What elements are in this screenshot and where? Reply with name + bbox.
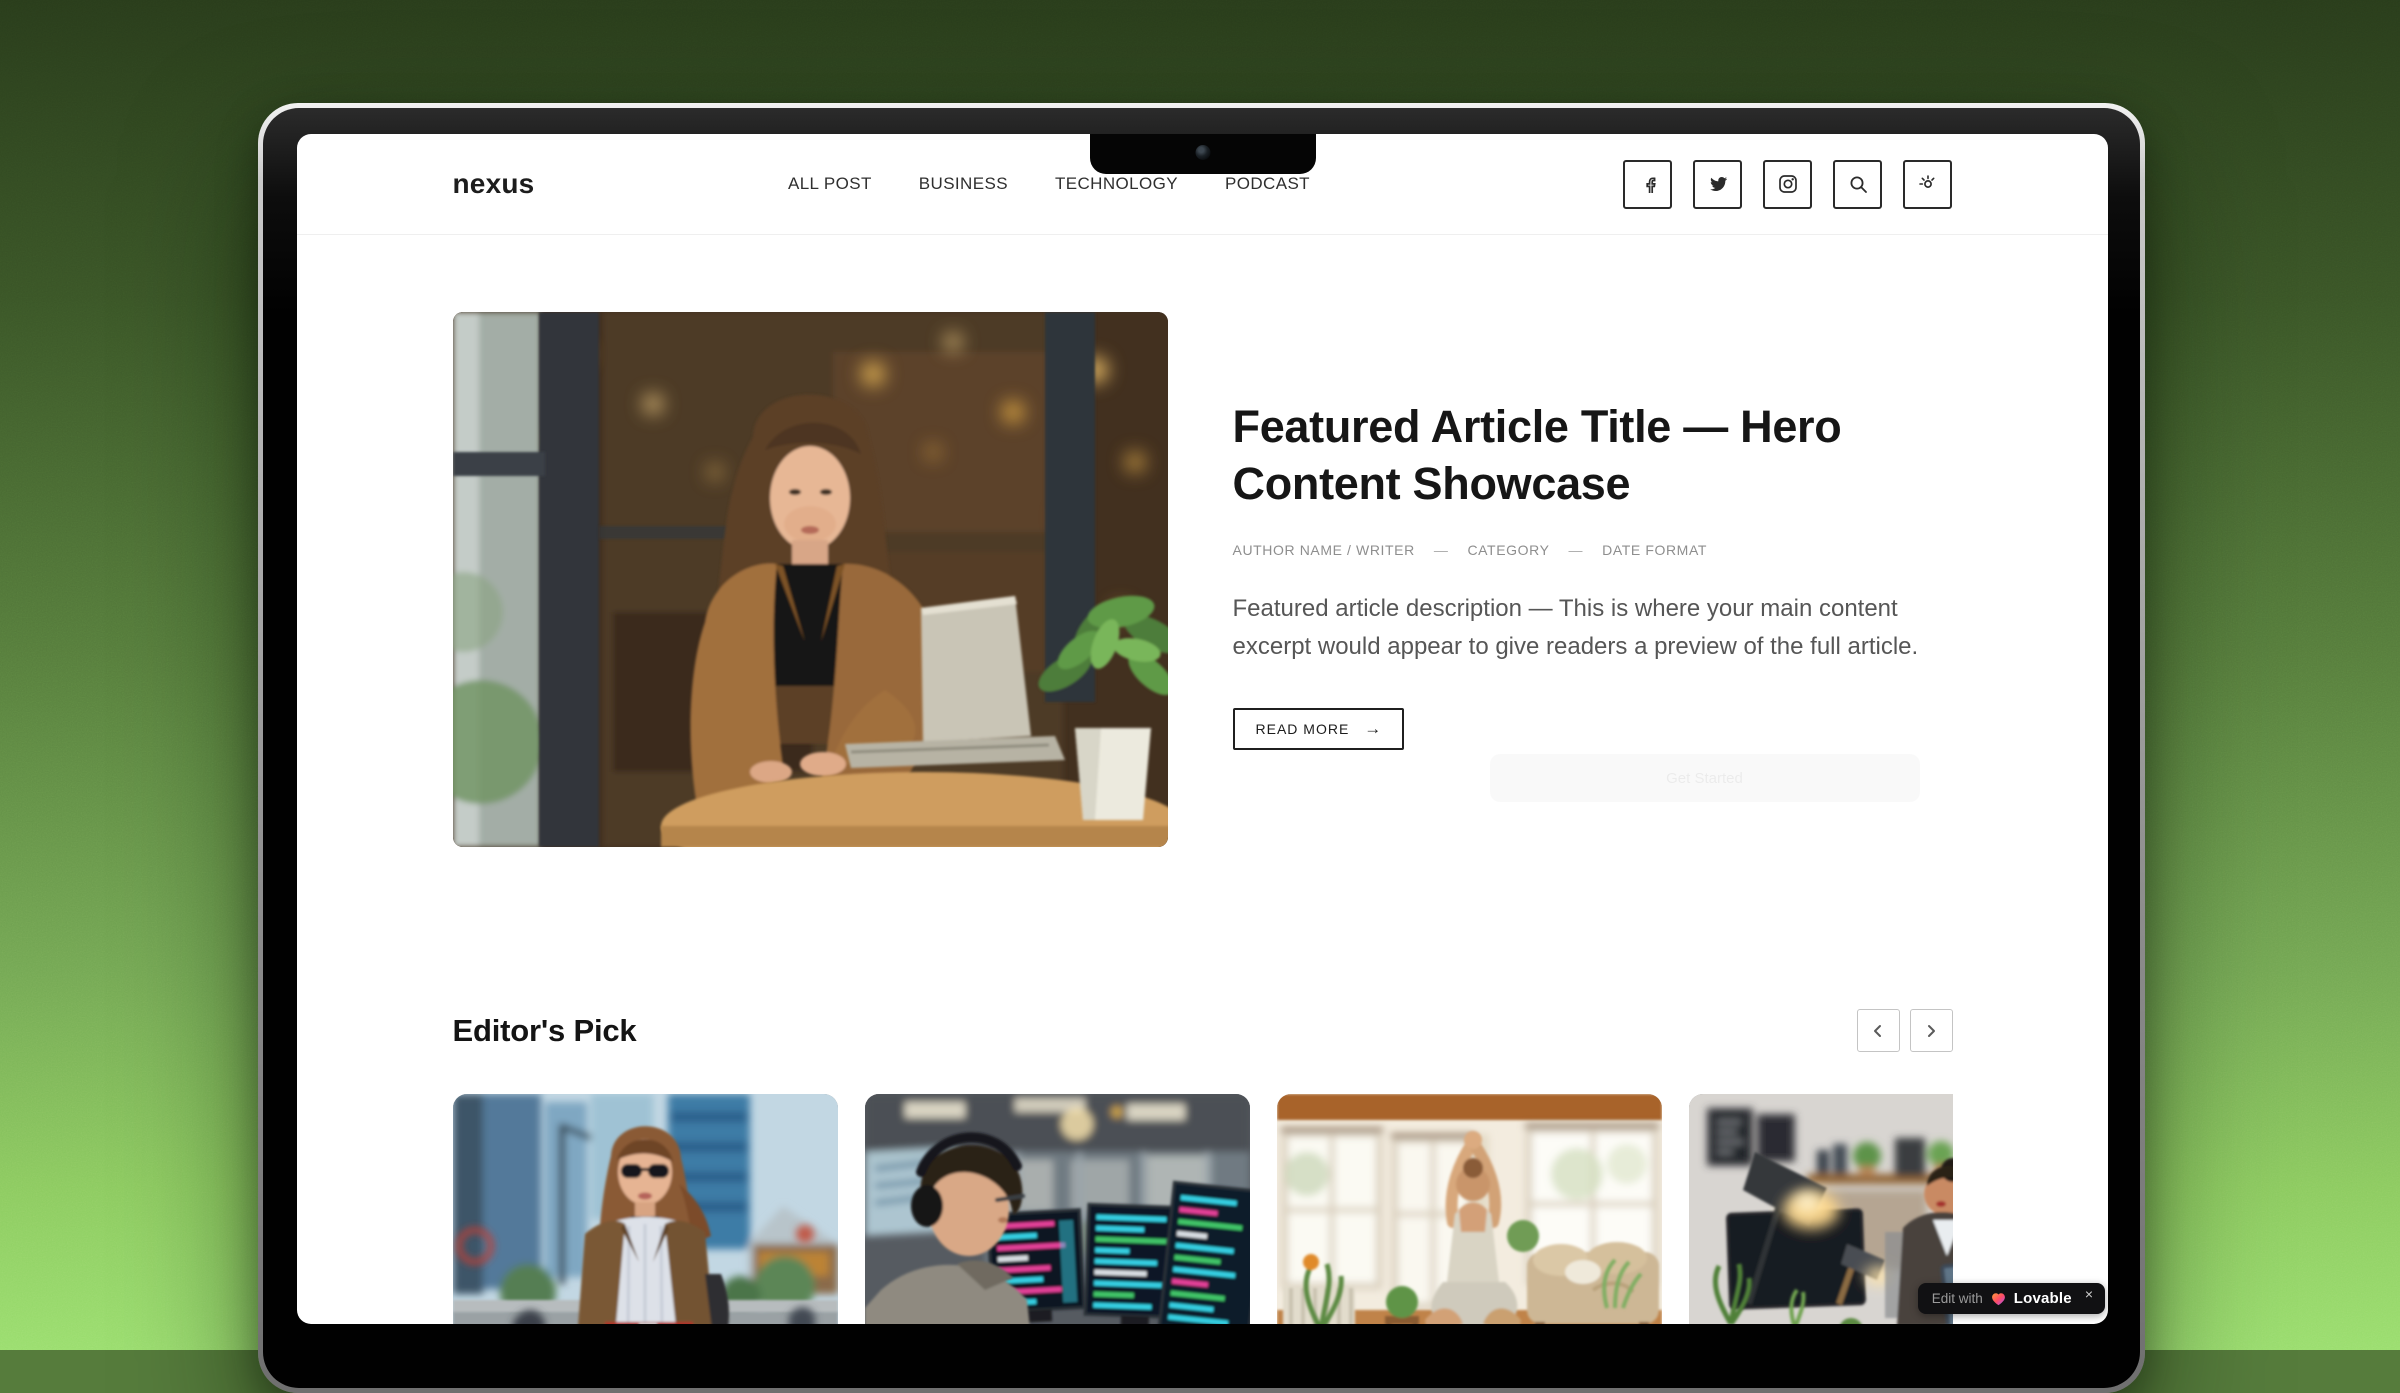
- chevron-left-icon: [1864, 1017, 1892, 1045]
- editors-pick-heading: Editor's Pick: [453, 1013, 637, 1049]
- webcam-dot: [1195, 145, 1210, 160]
- meta-separator: —: [1434, 542, 1449, 558]
- badge-prefix: Edit with: [1932, 1291, 1983, 1306]
- featured-article-image[interactable]: [453, 312, 1168, 847]
- meta-date: DATE FORMAT: [1602, 542, 1707, 558]
- featured-article-section: Featured Article Title — Hero Content Sh…: [453, 312, 1953, 847]
- twitter-button[interactable]: [1693, 160, 1742, 209]
- nav-all-post[interactable]: ALL POST: [788, 174, 872, 194]
- meta-category: CATEGORY: [1467, 542, 1549, 558]
- carousel-next-button[interactable]: [1910, 1009, 1953, 1052]
- theme-toggle-button[interactable]: [1903, 160, 1952, 209]
- editor-pick-card-street-fashion[interactable]: [453, 1094, 838, 1324]
- laptop-bezel: nexus ALL POST BUSINESS TECHNOLOGY PODCA…: [263, 108, 2140, 1388]
- laptop-frame: nexus ALL POST BUSINESS TECHNOLOGY PODCA…: [258, 103, 2145, 1393]
- laptop-screen: nexus ALL POST BUSINESS TECHNOLOGY PODCA…: [297, 134, 2108, 1324]
- editors-pick-section: Editor's Pick: [453, 1009, 1953, 1324]
- instagram-icon: [1776, 172, 1800, 196]
- lovable-edit-badge[interactable]: Edit with Lovable ×: [1918, 1283, 2105, 1314]
- featured-article-title: Featured Article Title — Hero Content Sh…: [1233, 398, 1933, 512]
- theme-light-icon: [1916, 172, 1940, 196]
- editor-pick-card-home-office[interactable]: [1689, 1094, 1953, 1324]
- header-actions: [1623, 160, 1952, 209]
- carousel-controls: [1857, 1009, 1953, 1052]
- badge-brand: Lovable: [2014, 1290, 2072, 1307]
- search-button[interactable]: [1833, 160, 1882, 209]
- editor-pick-card-developer[interactable]: [865, 1094, 1250, 1324]
- twitter-icon: [1706, 172, 1730, 196]
- featured-article-description: Featured article description — This is w…: [1233, 590, 1953, 666]
- carousel-prev-button[interactable]: [1857, 1009, 1900, 1052]
- read-more-button[interactable]: READ MORE →: [1233, 708, 1405, 750]
- main-nav: ALL POST BUSINESS TECHNOLOGY PODCAST: [788, 174, 1310, 194]
- camera-notch: [1090, 134, 1316, 174]
- instagram-button[interactable]: [1763, 160, 1812, 209]
- arrow-right-icon: →: [1364, 719, 1381, 739]
- meta-separator: —: [1569, 542, 1584, 558]
- meta-author: AUTHOR NAME / WRITER: [1233, 542, 1415, 558]
- webpage: nexus ALL POST BUSINESS TECHNOLOGY PODCA…: [297, 134, 2108, 1324]
- chevron-right-icon: [1917, 1017, 1945, 1045]
- search-icon: [1846, 172, 1870, 196]
- nav-business[interactable]: BUSINESS: [919, 174, 1008, 194]
- facebook-button[interactable]: [1623, 160, 1672, 209]
- lovable-heart-icon: [1990, 1291, 2007, 1307]
- site-logo[interactable]: nexus: [453, 168, 535, 200]
- facebook-icon: [1636, 172, 1660, 196]
- editors-pick-carousel: [453, 1094, 1953, 1324]
- featured-article-text: Featured Article Title — Hero Content Sh…: [1233, 312, 1953, 847]
- badge-close-icon[interactable]: ×: [2085, 1283, 2093, 1305]
- nav-technology[interactable]: TECHNOLOGY: [1055, 174, 1178, 194]
- editor-pick-card-yoga[interactable]: [1277, 1094, 1662, 1324]
- featured-article-meta: AUTHOR NAME / WRITER — CATEGORY — DATE F…: [1233, 542, 1953, 558]
- nav-podcast[interactable]: PODCAST: [1225, 174, 1310, 194]
